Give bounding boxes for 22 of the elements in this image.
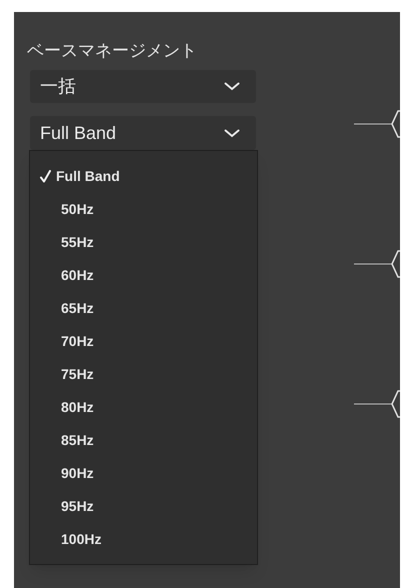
menu-item[interactable]: 90Hz [30,457,257,490]
menu-item[interactable]: 80Hz [30,391,257,424]
menu-item[interactable]: 95Hz [30,490,257,523]
chevron-down-icon [224,82,240,91]
dropdown-value: 一括 [40,75,76,99]
band-dropdown[interactable]: Full Band [30,116,256,150]
connector-node-drawing [354,108,400,140]
menu-item[interactable]: 60Hz [30,259,257,292]
menu-item[interactable]: 75Hz [30,358,257,391]
dropdown-value: Full Band [40,122,116,144]
connector-node-drawing [354,388,400,420]
section-title: ベースマネージメント [26,40,198,62]
menu-item[interactable]: 65Hz [30,292,257,325]
menu-item[interactable]: 50Hz [30,193,257,226]
chevron-down-icon [224,128,240,138]
menu-item[interactable]: 85Hz [30,424,257,457]
menu-item[interactable]: 100Hz [30,523,257,556]
menu-item[interactable]: 55Hz [30,226,257,259]
mode-dropdown[interactable]: 一括 [30,70,256,103]
menu-item[interactable]: Full Band [30,160,257,193]
connector-node-drawing [354,248,400,280]
menu-item[interactable]: 70Hz [30,325,257,358]
